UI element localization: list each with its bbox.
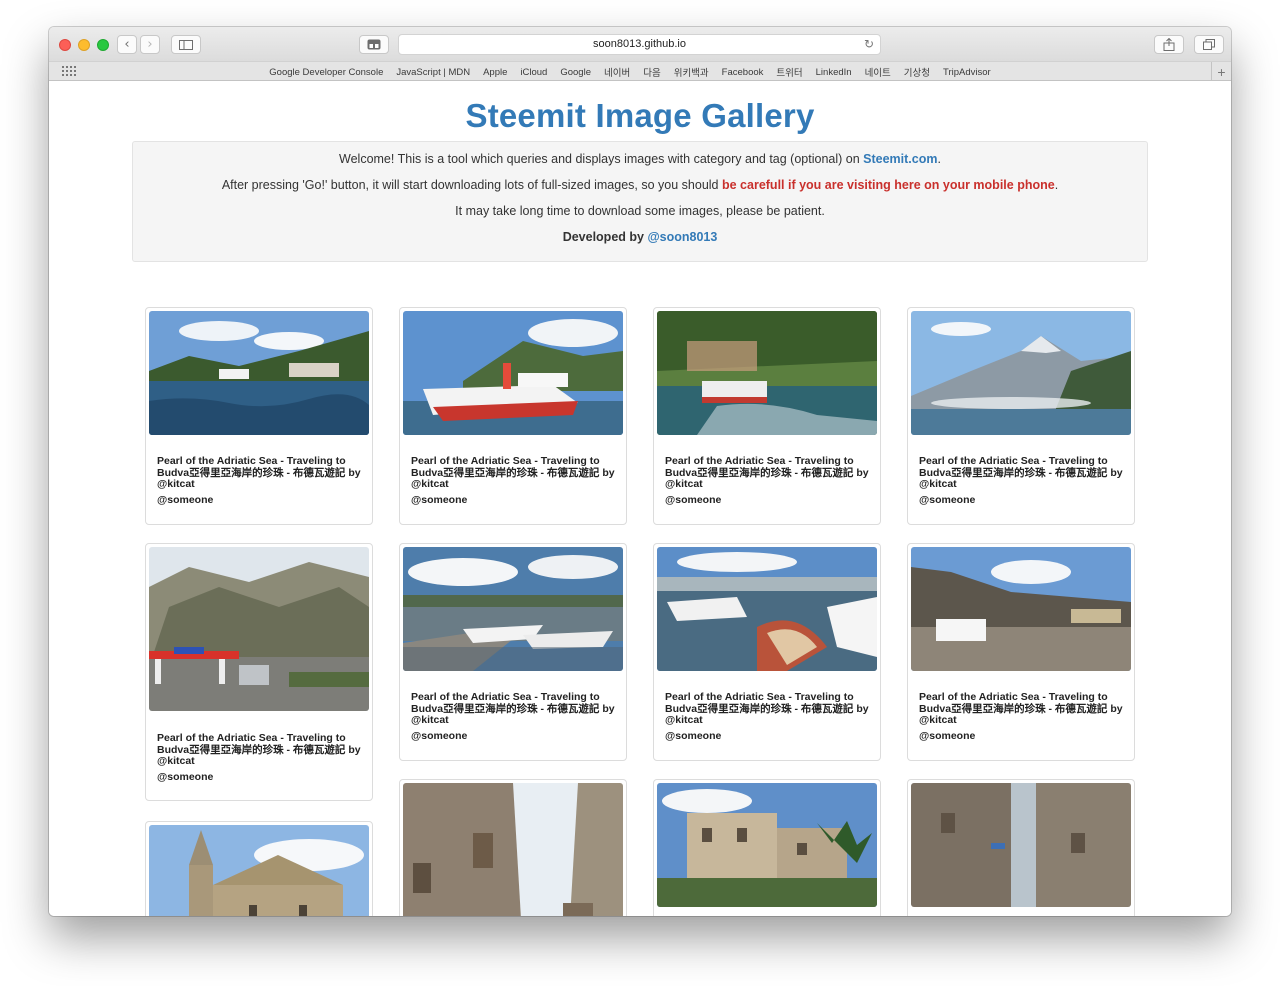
card-author: @someone xyxy=(157,771,214,783)
chevron-left-icon: ‹ xyxy=(124,37,130,52)
gallery-card[interactable]: Pearl of the Adriatic Sea - Traveling to… xyxy=(907,779,1135,916)
bookmark-item[interactable]: 네이트 xyxy=(865,65,891,79)
card-author: @someone xyxy=(157,494,214,506)
marina-boats-photo[interactable] xyxy=(403,547,623,671)
card-author: @someone xyxy=(665,494,722,506)
gallery-card[interactable] xyxy=(399,779,627,916)
minimize-window-button[interactable] xyxy=(78,39,90,51)
card-author: @someone xyxy=(919,730,976,742)
ferry-wake-photo[interactable] xyxy=(657,311,877,435)
mountain-bay-photo[interactable] xyxy=(911,311,1131,435)
reader-icon xyxy=(367,39,381,50)
intro-line-3: It may take long time to download some i… xyxy=(455,204,825,218)
bookmark-list: Google Developer Console JavaScript | MDN… xyxy=(49,62,1231,82)
developed-by-label: Developed by xyxy=(562,230,644,244)
gallery-card[interactable]: Pearl of the Adriatic Sea - Traveling to… xyxy=(907,307,1135,525)
narrow-street-photo[interactable] xyxy=(911,783,1131,907)
forward-button[interactable]: › xyxy=(140,35,160,54)
developer-link[interactable]: @soon8013 xyxy=(647,230,717,244)
bookmark-item[interactable]: LinkedIn xyxy=(816,67,852,78)
old-town-wall-photo[interactable] xyxy=(911,547,1131,671)
url-text: soon8013.github.io xyxy=(593,38,686,50)
close-window-button[interactable] xyxy=(59,39,71,51)
gallery-card[interactable]: Pearl of the Adriatic Sea - Traveling to… xyxy=(907,543,1135,761)
gallery-card[interactable]: Pearl of the Adriatic Sea - Traveling to… xyxy=(399,307,627,525)
reader-button[interactable] xyxy=(359,35,389,54)
stone-alley-photo[interactable] xyxy=(403,783,623,916)
gallery-card[interactable]: Pearl of the Adriatic Sea - Traveling to… xyxy=(145,307,373,525)
tabs-icon xyxy=(1203,39,1215,50)
bookmark-item[interactable]: 다음 xyxy=(643,65,660,79)
card-title[interactable]: Pearl of the Adriatic Sea - Traveling to… xyxy=(919,455,1124,491)
card-author: @someone xyxy=(411,494,468,506)
bookmark-item[interactable]: Facebook xyxy=(722,67,764,78)
browser-window: ‹ › soon8013.github.io ↻ Google Develope… xyxy=(49,27,1231,916)
share-button[interactable] xyxy=(1154,35,1184,54)
card-title[interactable]: Pearl of the Adriatic Sea - Traveling to… xyxy=(157,455,362,491)
bookmarks-bar: Google Developer Console JavaScript | MDN… xyxy=(49,61,1231,81)
bookmark-item[interactable]: 네이버 xyxy=(604,65,630,79)
maximize-window-button[interactable] xyxy=(97,39,109,51)
tabs-button[interactable] xyxy=(1194,35,1224,54)
warning-period: . xyxy=(1054,178,1059,192)
bookmark-item[interactable]: 트위터 xyxy=(776,65,802,79)
church-tower-photo[interactable] xyxy=(149,825,369,916)
gallery-card[interactable]: Pearl of the Adriatic Sea - Traveling to… xyxy=(653,779,881,916)
intro-panel: Welcome! This is a tool which queries an… xyxy=(132,141,1148,262)
bookmark-item[interactable]: TripAdvisor xyxy=(943,67,991,78)
reload-icon[interactable]: ↻ xyxy=(864,35,874,54)
page-title: Steemit Image Gallery xyxy=(465,97,815,134)
card-title[interactable]: Pearl of the Adriatic Sea - Traveling to… xyxy=(411,455,616,491)
red-ferry-photo[interactable] xyxy=(403,311,623,435)
intro-line-1: Welcome! This is a tool which queries an… xyxy=(133,152,1147,166)
card-title[interactable]: Pearl of the Adriatic Sea - Traveling to… xyxy=(665,691,870,727)
gallery-card[interactable]: Pearl of the Adriatic Sea - Traveling to… xyxy=(653,543,881,761)
intro-line-4: Developed by @soon8013 xyxy=(133,230,1147,244)
card-author: @someone xyxy=(665,730,722,742)
intro-period: . xyxy=(937,152,941,166)
gallery-card[interactable]: Pearl of the Adriatic Sea - Traveling to… xyxy=(653,307,881,525)
gas-station-cliff-photo[interactable] xyxy=(149,547,369,711)
sidebar-icon xyxy=(179,39,193,50)
bookmark-item[interactable]: 위키백과 xyxy=(674,65,709,79)
address-bar[interactable]: soon8013.github.io ↻ xyxy=(398,34,881,55)
steemit-link[interactable]: Steemit.com xyxy=(863,152,937,166)
card-author: @someone xyxy=(919,494,976,506)
intro-text: Welcome! This is a tool which queries an… xyxy=(339,152,860,166)
warning-intro-text: After pressing 'Go!' button, it will sta… xyxy=(221,178,719,192)
bookmark-item[interactable]: Google Developer Console xyxy=(269,67,383,78)
gallery-card[interactable]: Pearl of the Adriatic Sea - Traveling to… xyxy=(399,543,627,761)
plus-icon[interactable]: + xyxy=(1211,62,1231,81)
share-icon xyxy=(1163,38,1175,51)
bookmark-item[interactable]: iCloud xyxy=(520,67,547,78)
gallery-card[interactable] xyxy=(145,821,373,916)
back-button[interactable]: ‹ xyxy=(117,35,137,54)
card-title[interactable]: Pearl of the Adriatic Sea - Traveling to… xyxy=(411,691,616,727)
card-author: @someone xyxy=(411,730,468,742)
mobile-warning: be carefull if you are visiting here on … xyxy=(721,178,1055,192)
card-title[interactable]: Pearl of the Adriatic Sea - Traveling to… xyxy=(157,732,362,768)
moored-boats-photo[interactable] xyxy=(657,547,877,671)
bookmark-item[interactable]: Apple xyxy=(483,67,507,78)
stone-houses-palms-photo[interactable] xyxy=(657,783,877,907)
intro-line-2: After pressing 'Go!' button, it will sta… xyxy=(133,178,1147,192)
chevron-right-icon: › xyxy=(147,37,153,52)
page-content: Steemit Image Gallery Welcome! This is a… xyxy=(49,81,1231,916)
card-title[interactable]: Pearl of the Adriatic Sea - Traveling to… xyxy=(665,455,870,491)
bookmark-item[interactable]: 기상청 xyxy=(904,65,930,79)
bookmark-item[interactable]: Google xyxy=(560,67,591,78)
harbor-ferry-photo[interactable] xyxy=(149,311,369,435)
browser-toolbar: ‹ › soon8013.github.io ↻ xyxy=(49,27,1231,61)
bookmark-item[interactable]: JavaScript | MDN xyxy=(396,67,470,78)
gallery-card[interactable]: Pearl of the Adriatic Sea - Traveling to… xyxy=(145,543,373,801)
card-title[interactable]: Pearl of the Adriatic Sea - Traveling to… xyxy=(919,691,1124,727)
sidebar-button[interactable] xyxy=(171,35,201,54)
